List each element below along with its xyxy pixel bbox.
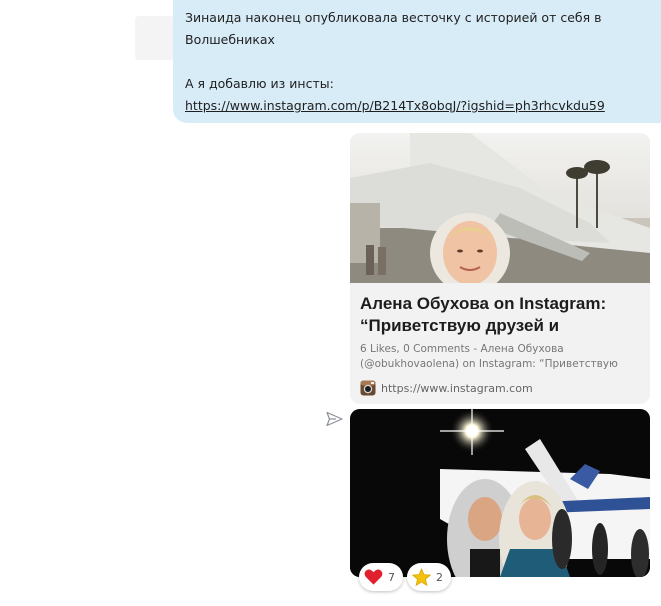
link-preview-card[interactable]: Алена Обухова on Instagram: “Приветствую…: [350, 133, 650, 404]
message-text-line: Зинаида наконец опубликовала весточку с …: [185, 10, 602, 25]
star-reaction[interactable]: 2: [407, 563, 451, 591]
photo-image: [350, 409, 650, 577]
message-text-line: А я добавлю из инсты:: [185, 76, 334, 91]
heart-reaction[interactable]: 7: [359, 563, 403, 591]
link-preview-source[interactable]: https://www.instagram.com: [360, 379, 533, 397]
message-text-line: Волшебниках: [185, 32, 275, 47]
link-preview-image: [350, 133, 650, 283]
link-preview-source-url: https://www.instagram.com: [381, 381, 533, 395]
star-icon: [412, 567, 431, 586]
heart-reaction-count: 7: [388, 570, 395, 584]
photo-attachment[interactable]: [350, 409, 650, 577]
instagram-link[interactable]: https://www.instagram.com/p/B214Tx8obqJ/…: [185, 98, 605, 113]
sent-status-icon: [326, 411, 343, 427]
instagram-icon: [360, 380, 376, 396]
star-reaction-count: 2: [436, 570, 443, 584]
heart-icon: [364, 569, 383, 585]
message-bubble[interactable]: Зинаида наконец опубликовала весточку с …: [173, 0, 661, 123]
ghost-placeholder: [135, 16, 175, 60]
link-preview-description: 6 Likes, 0 Comments - Алена Обухова (@ob…: [360, 343, 618, 370]
link-preview-title[interactable]: Алена Обухова on Instagram: “Приветствую…: [360, 293, 645, 337]
